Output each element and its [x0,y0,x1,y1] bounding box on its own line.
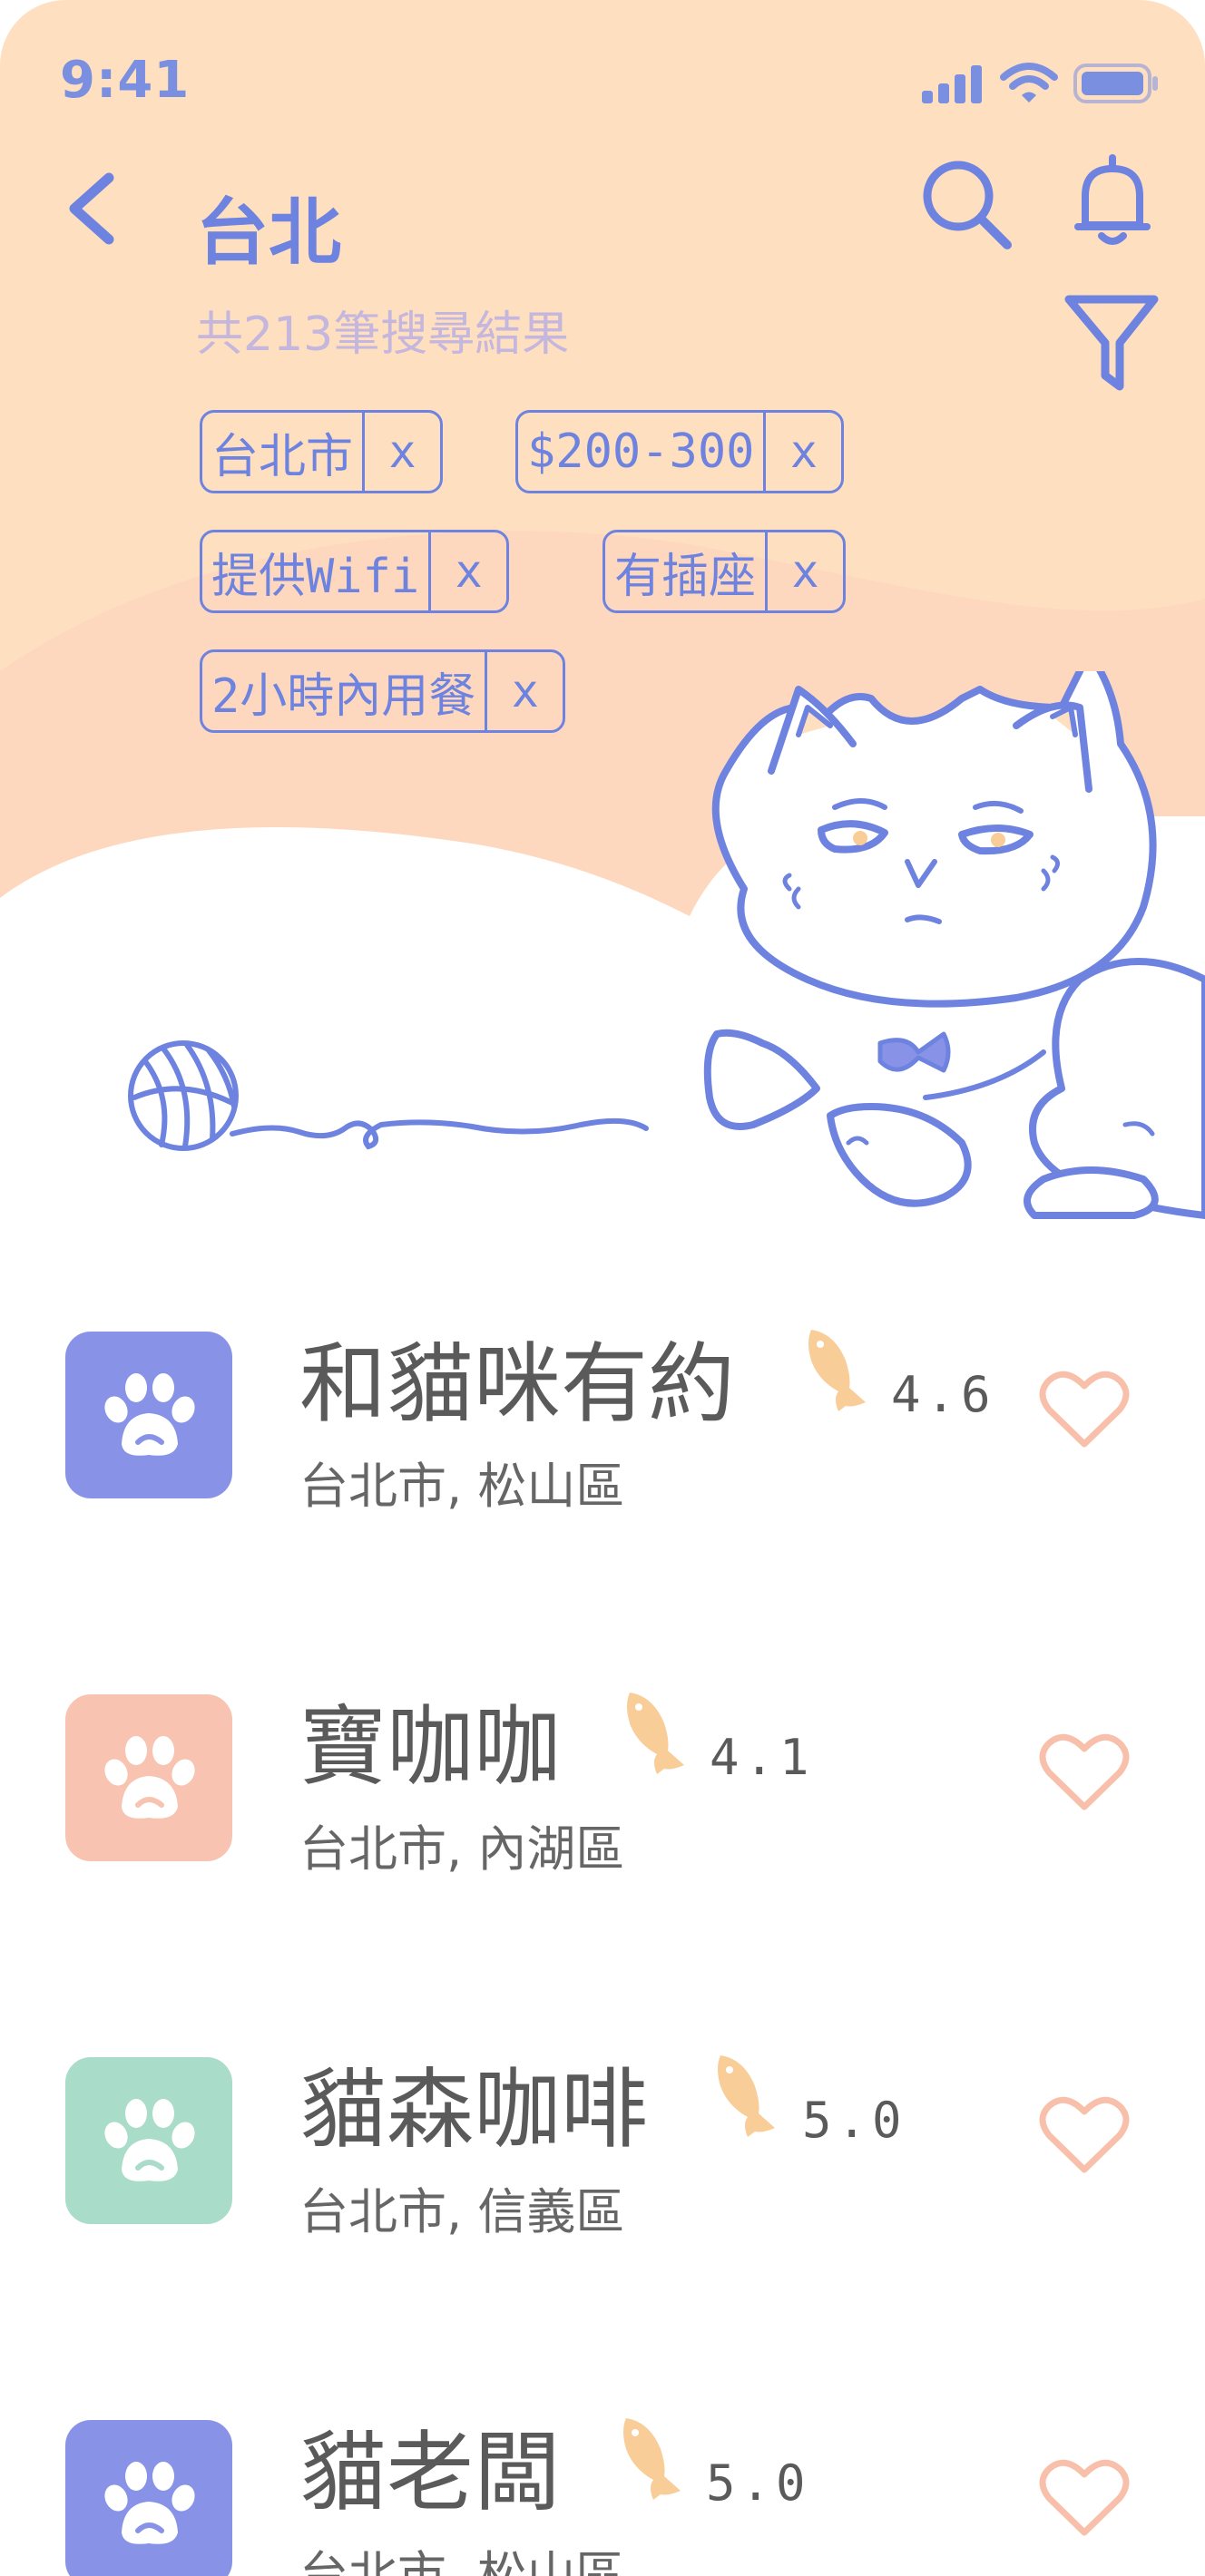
filter-chip-label: 有插座 [614,549,757,604]
paw-icon [104,2462,195,2544]
filter-chip-label: $200-300 [527,424,755,479]
wifi-icon [1000,63,1058,102]
cafe-name: 寶咖咖 [299,1696,561,1798]
favorite-heart-button[interactable] [1036,1729,1132,1816]
fish-rating-icon [718,2055,775,2137]
filter-chip: 提供Wifi x [200,530,510,613]
cafe-location: 台北市, 信義區 [299,2183,625,2240]
filter-chip: $200-300 x [515,410,845,493]
cafe-rating: 5.0 [802,2092,907,2149]
cafe-avatar [65,2057,232,2224]
paw-icon [104,1373,195,1456]
cafe-name: 貓森咖啡 [299,2059,648,2161]
fish-rating-icon [627,1693,684,1774]
cafe-avatar [65,1332,232,1498]
filter-chip-label: 台北市 [211,429,354,484]
cafe-location: 台北市, 松山區 [299,2546,625,2576]
paw-icon [104,2099,195,2181]
cat-illustration [128,671,1205,1219]
remove-filter-button[interactable]: x [763,413,841,491]
cat-icon [703,671,1205,1219]
search-button[interactable] [916,154,1016,254]
filter-button[interactable] [1062,288,1161,397]
remove-filter-button[interactable]: x [362,413,440,491]
cafe-rating: 4.1 [710,1729,815,1786]
cafe-location: 台北市, 松山區 [299,1458,625,1515]
yarn-ball-icon [128,1040,649,1151]
cafe-name: 和貓咪有約 [299,1333,735,1435]
list-item[interactable]: 和貓咪有約 4.6 台北市, 松山區 [0,1288,1205,1560]
filter-chip: 有插座 x [602,530,847,613]
back-button[interactable] [56,163,129,254]
favorite-heart-button[interactable] [1036,1366,1132,1453]
cafe-location: 台北市, 內湖區 [299,1820,625,1878]
cafe-avatar [65,2420,232,2576]
filter-chip-label: 提供Wifi [211,549,420,604]
result-count: 共213筆搜尋結果 [196,307,570,362]
status-time: 9:41 [60,51,191,110]
remove-filter-button[interactable]: x [428,532,506,610]
signal-icon [922,65,982,103]
list-item[interactable]: 寶咖咖 4.1 台北市, 內湖區 [0,1651,1205,1923]
bell-button[interactable] [1067,152,1158,252]
list-item[interactable]: 貓森咖啡 5.0 台北市, 信義區 [0,2014,1205,2286]
status-icons [920,60,1160,107]
cafe-rating: 5.0 [706,2454,811,2512]
paw-icon [104,1736,195,1819]
favorite-heart-button[interactable] [1036,2454,1132,2542]
fish-rating-icon [808,1330,866,1411]
favorite-heart-button[interactable] [1036,2092,1132,2179]
cafe-name: 貓老闆 [299,2422,561,2523]
filter-chip: 台北市 x [200,410,444,493]
phone-screen: 9:41 台北 共213筆搜尋結果 台北市 x $200-300 x 提供Wif… [0,0,1205,2576]
status-bar: 9:41 [0,0,1205,163]
battery-icon [1073,63,1158,103]
list-item[interactable]: 貓老闆 5.0 台北市, 松山區 [0,2376,1205,2576]
cafe-avatar [65,1694,232,1861]
page-title: 台北 [196,190,341,275]
remove-filter-button[interactable]: x [765,532,843,610]
fish-rating-icon [623,2418,681,2500]
cafe-rating: 4.6 [891,1366,996,1423]
